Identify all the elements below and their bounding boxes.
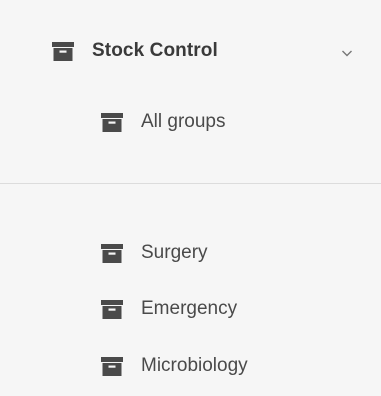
archive-box-icon (101, 299, 123, 319)
menu-item-microbiology[interactable]: Microbiology (101, 355, 248, 377)
stock-control-header[interactable]: Stock Control (52, 40, 218, 62)
menu-item-label: Emergency (141, 298, 238, 319)
archive-box-icon (101, 243, 123, 263)
chevron-down-icon[interactable] (341, 45, 353, 57)
menu-item-label: All groups (141, 111, 226, 132)
menu-item-all-groups[interactable]: All groups (101, 111, 226, 133)
menu-item-emergency[interactable]: Emergency (101, 298, 237, 320)
stock-control-menu: Stock Control All groups Surgery Emergen… (0, 0, 381, 396)
archive-box-icon (101, 356, 123, 376)
menu-item-label: Microbiology (141, 355, 248, 376)
menu-item-surgery[interactable]: Surgery (101, 242, 208, 264)
menu-divider (0, 183, 381, 184)
archive-box-icon (52, 41, 74, 61)
menu-item-label: Surgery (141, 242, 208, 263)
archive-box-icon (101, 112, 123, 132)
stock-control-label: Stock Control (92, 40, 218, 61)
